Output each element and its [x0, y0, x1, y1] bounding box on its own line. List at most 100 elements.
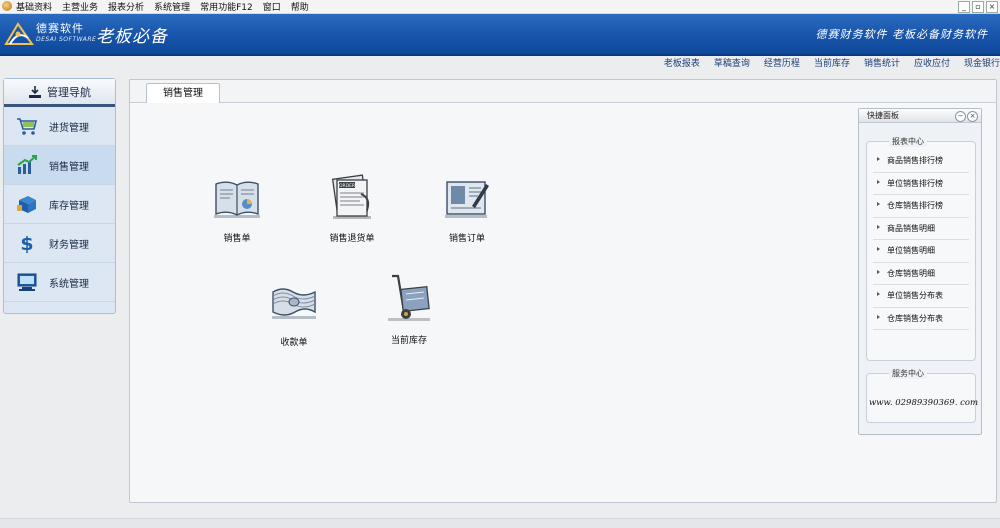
nav-item-finance[interactable]: $ 财务管理 — [4, 224, 115, 263]
dollar-icon: $ — [16, 232, 38, 254]
report-item[interactable]: 商品销售明细 — [873, 218, 969, 240]
link-receivables-payables[interactable]: 应收应付 — [914, 56, 950, 69]
menu-common-functions[interactable]: 常用功能F12 — [200, 0, 253, 13]
restore-button[interactable]: ▫ — [972, 1, 984, 13]
report-item[interactable]: 单位销售排行榜 — [873, 173, 969, 195]
minimize-button[interactable]: _ — [958, 1, 970, 13]
nav-item-inventory[interactable]: 库存管理 — [4, 185, 115, 224]
function-sales-order[interactable]: 销售订单 — [422, 176, 512, 244]
nav-item-sales[interactable]: 销售管理 — [4, 146, 115, 185]
sales-chart-icon — [16, 154, 38, 176]
report-center-title: 报表中心 — [889, 136, 927, 147]
report-item[interactable]: 单位销售明细 — [873, 240, 969, 263]
management-nav: 管理导航 进货管理 销售管理 库存管理 $ 财务管理 系统管理 — [3, 78, 116, 314]
nav-item-purchase[interactable]: 进货管理 — [4, 107, 115, 146]
service-center: 服务中心 www. 02989390369. com — [866, 368, 978, 423]
sales-document-icon — [214, 181, 260, 218]
header-slogan: 德赛财务软件 老板必备财务软件 — [815, 28, 988, 41]
report-item[interactable]: 仓库销售排行榜 — [873, 195, 969, 218]
report-item[interactable]: 仓库销售明细 — [873, 263, 969, 285]
report-item-label: 单位销售明细 — [887, 246, 935, 255]
service-center-title: 服务中心 — [889, 368, 927, 379]
arrow-right-icon — [877, 157, 880, 161]
receipt-cash-icon — [272, 288, 316, 319]
close-button[interactable]: × — [986, 1, 998, 13]
function-label: 销售订单 — [448, 234, 485, 244]
report-item-label: 仓库销售排行榜 — [887, 201, 943, 210]
report-item-label: 商品销售明细 — [887, 223, 935, 233]
function-sales-slip[interactable]: 销售单 — [192, 176, 282, 244]
link-sales-stats[interactable]: 销售统计 — [864, 56, 900, 69]
arrow-right-icon — [877, 269, 880, 274]
tab-sales-management[interactable]: 销售管理 — [146, 83, 220, 103]
hand-truck-icon — [388, 274, 430, 321]
menu-system-management[interactable]: 系统管理 — [154, 0, 190, 13]
report-center: 报表中心 商品销售排行榜 单位销售排行榜 仓库销售排行榜 商品销售明细 单位销售… — [866, 136, 976, 361]
menu-basic-data[interactable]: 基础资料 — [16, 0, 52, 13]
nav-item-label: 进货管理 — [49, 122, 89, 134]
app-icon[interactable] — [2, 1, 12, 11]
report-item-label: 商品销售排行榜 — [887, 156, 943, 165]
logo-icon — [4, 22, 34, 45]
sales-order-icon — [445, 181, 489, 218]
menu-main-business[interactable]: 主营业务 — [62, 0, 98, 13]
nav-item-label: 系统管理 — [49, 278, 89, 290]
download-tray-icon — [29, 85, 41, 98]
quick-panel-header: 快捷面板 − × — [859, 109, 981, 123]
service-url-link[interactable]: www. 02989390369. com — [869, 398, 978, 408]
link-boss-report[interactable]: 老板报表 — [664, 56, 700, 69]
function-label: 当前库存 — [390, 336, 427, 346]
report-item[interactable]: 商品销售排行榜 — [873, 150, 969, 173]
return-order-icon: ORDER — [331, 174, 371, 219]
brand-name: 德赛软件 — [36, 22, 84, 35]
brand-name-en: DESAI SOFTWARE — [36, 36, 97, 43]
menu-items: 基础资料 主营业务 报表分析 系统管理 常用功能F12 窗口 帮助 — [16, 0, 319, 13]
app-title: 老板必备 — [96, 27, 168, 47]
window-controls: _ ▫ × — [956, 1, 998, 13]
nav-item-label: 销售管理 — [49, 161, 89, 173]
nav-header: 管理导航 — [4, 79, 115, 107]
nav-item-label: 财务管理 — [49, 239, 89, 251]
report-item-label: 单位销售分布表 — [887, 291, 943, 300]
report-item[interactable]: 单位销售分布表 — [873, 285, 969, 308]
arrow-right-icon — [877, 292, 880, 296]
nav-title: 管理导航 — [47, 85, 91, 99]
link-draft-query[interactable]: 草稿查询 — [714, 56, 750, 69]
arrow-right-icon — [877, 247, 880, 251]
arrow-right-icon — [877, 314, 880, 319]
link-business-history[interactable]: 经营历程 — [764, 56, 800, 69]
function-receipt[interactable]: 收款单 — [249, 280, 339, 348]
menu-help[interactable]: 帮助 — [291, 0, 309, 13]
report-item-label: 仓库销售分布表 — [887, 313, 943, 323]
nav-item-label: 库存管理 — [49, 200, 89, 212]
header-banner: 德赛软件 DESAI SOFTWARE 老板必备 德赛财务软件 老板必备财务软件 — [0, 14, 1000, 56]
inventory-box-icon — [16, 193, 38, 215]
shopping-cart-icon — [16, 115, 38, 137]
svg-text:ORDER: ORDER — [339, 183, 355, 189]
report-item-label: 单位销售排行榜 — [887, 178, 943, 188]
arrow-right-icon — [877, 224, 880, 229]
nav-item-system[interactable]: 系统管理 — [4, 263, 115, 302]
collapse-icon[interactable]: − — [955, 111, 966, 122]
svg-text:$: $ — [20, 233, 33, 254]
function-current-inventory[interactable]: 当前库存 — [364, 272, 454, 346]
link-current-inventory[interactable]: 当前库存 — [814, 56, 850, 69]
function-label: 销售单 — [223, 234, 251, 244]
menu-window[interactable]: 窗口 — [263, 0, 281, 13]
tab-strip: 销售管理 — [130, 80, 996, 103]
function-label: 收款单 — [280, 338, 308, 348]
report-item-label: 仓库销售明细 — [887, 268, 935, 278]
close-icon[interactable]: × — [967, 111, 978, 122]
report-item[interactable]: 仓库销售分布表 — [873, 308, 969, 330]
function-sales-return[interactable]: ORDER 销售退货单 — [307, 172, 397, 244]
main-panel: 销售管理 销售单 ORDER 销售退货单 销售订单 收款单 当前库存 快捷面板 … — [129, 79, 997, 503]
menu-bar: 基础资料 主营业务 报表分析 系统管理 常用功能F12 窗口 帮助 _ ▫ × — [0, 0, 1000, 14]
function-label: 销售退货单 — [329, 234, 375, 244]
quick-panel-title: 快捷面板 — [867, 111, 899, 120]
computer-icon — [16, 271, 38, 293]
link-cash-bank[interactable]: 现金银行 — [964, 56, 1000, 69]
menu-report-analysis[interactable]: 报表分析 — [108, 0, 144, 13]
arrow-right-icon — [877, 179, 880, 184]
arrow-right-icon — [877, 202, 880, 206]
quick-links: 老板报表 草稿查询 经营历程 当前库存 销售统计 应收应付 现金银行 — [650, 56, 1000, 69]
